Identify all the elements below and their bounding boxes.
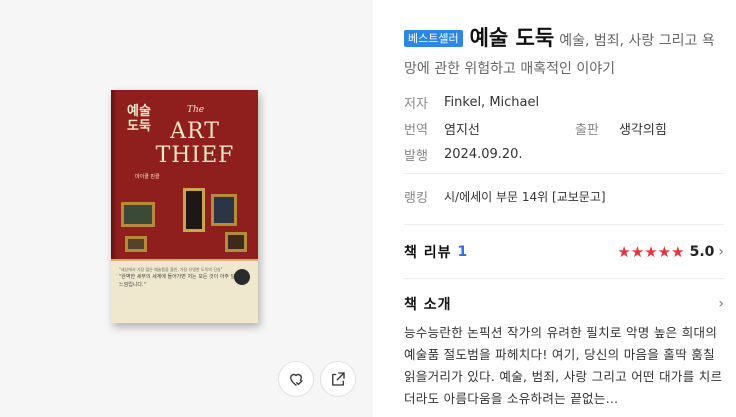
cover-author: 마이클 핀클 — [135, 174, 160, 180]
rating-score: 5.0 — [689, 244, 715, 260]
ranking-row: 랭킹 시/에세이 부문 14위 [교보문고] — [404, 187, 724, 206]
heart-check-icon — [290, 373, 303, 386]
cover-band-seal — [234, 269, 250, 285]
author-row: 저자 Finkel, Michael — [404, 89, 724, 115]
publisher-link[interactable]: 생각의힘 — [619, 119, 667, 138]
cover-english-title: ART THIEF — [155, 119, 235, 168]
cover-painting-frame — [121, 202, 155, 227]
intro-header[interactable]: 책 소개 › — [404, 294, 724, 314]
date-label: 발행 — [404, 148, 428, 164]
publish-date: 2024.09.20. — [444, 146, 523, 162]
ranking-label: 랭킹 — [404, 191, 428, 206]
book-cover-image[interactable]: 예술 도둑 The ART THIEF 마이클 핀클 "세상에서 가장 많은 예… — [111, 90, 258, 323]
share-button[interactable] — [320, 361, 356, 397]
cover-painting-frame — [211, 194, 237, 226]
divider — [404, 278, 724, 279]
cover-band-line: "완벽한 세부의 세계에 들어가면 저는 모든 것이 아주 달라진 느낌입니다.… — [119, 274, 245, 288]
wishlist-button[interactable] — [278, 361, 314, 397]
chevron-right-icon: › — [718, 296, 724, 312]
author-label: 저자 — [404, 96, 428, 112]
star-icon: ★ — [617, 242, 631, 261]
intro-title: 책 소개 — [404, 297, 452, 313]
rating-stars: ★ ★ ★ ★ ★ 5.0 › — [617, 244, 724, 260]
review-row[interactable]: 책 리뷰 1 ★ ★ ★ ★ ★ 5.0 › — [404, 240, 724, 264]
star-icon: ★ — [644, 242, 658, 261]
author-link[interactable]: Finkel, Michael — [444, 95, 539, 110]
chevron-right-icon: › — [718, 244, 724, 260]
cover-band: "세상에서 가장 많은 예술품을 훔친, 가장 유명한 도둑의 진실" "완벽한… — [111, 259, 258, 323]
book-info-panel: 베스트셀러 예술 도둑 예술, 범죄, 사랑 그리고 욕망에 관한 위험하고 매혹적… — [373, 0, 736, 417]
translator-publisher-row: 번역 염지선 출판 생각의힘 — [404, 115, 724, 141]
star-icon: ★ — [671, 242, 685, 261]
cover-painting-frame — [183, 188, 205, 232]
divider — [404, 173, 724, 174]
share-icon — [332, 372, 345, 386]
book-meta: 저자 Finkel, Michael 번역 염지선 출판 생각의힘 발행 202… — [404, 89, 724, 167]
translator-link[interactable]: 염지선 — [444, 119, 575, 138]
divider — [404, 224, 724, 225]
bestseller-badge: 베스트셀러 — [404, 30, 463, 47]
book-image-panel: 예술 도둑 The ART THIEF 마이클 핀클 "세상에서 가장 많은 예… — [0, 0, 373, 417]
review-count: 1 — [457, 244, 468, 260]
title-block: 베스트셀러 예술 도둑 예술, 범죄, 사랑 그리고 욕망에 관한 위험하고 매혹적… — [404, 22, 724, 83]
publisher-label: 출판 — [575, 122, 599, 138]
review-title: 책 리뷰 — [404, 245, 452, 261]
date-row: 발행 2024.09.20. — [404, 141, 724, 167]
book-title: 예술 도둑 — [469, 26, 555, 50]
intro-text: 능수능란한 논픽션 작가의 유려한 필치로 악명 높은 희대의 예술품 절도범을… — [404, 325, 723, 406]
cover-the: The — [187, 105, 205, 115]
cover-painting-frame — [225, 232, 247, 252]
cover-painting-frame — [125, 236, 147, 252]
translator-label: 번역 — [404, 122, 428, 138]
star-icon: ★ — [657, 242, 672, 261]
star-icon: ★ — [630, 242, 645, 261]
ranking-value[interactable]: 시/에세이 부문 14위 [교보문고] — [444, 188, 606, 205]
